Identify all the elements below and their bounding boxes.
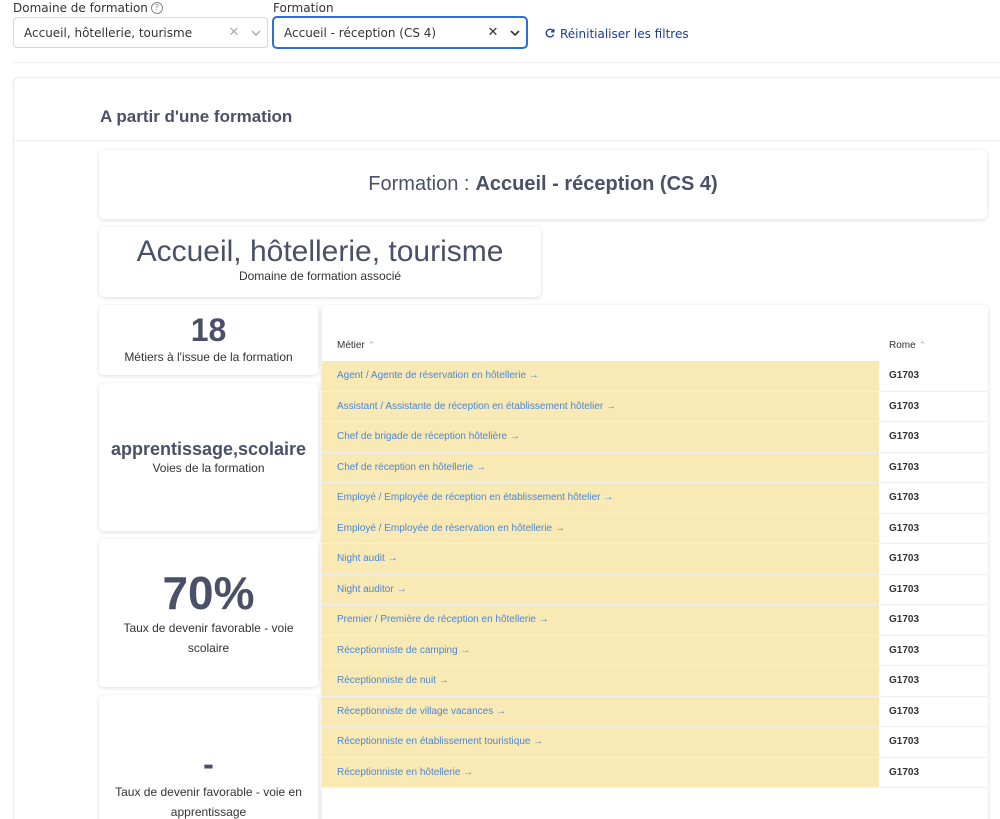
sort-icon[interactable]: ⌃ xyxy=(368,340,376,350)
rome-code: G1703 xyxy=(889,522,920,534)
metier-link[interactable]: Chef de réception en hôtellerie → xyxy=(322,452,879,482)
rome-code: G1703 xyxy=(889,705,920,717)
domaine-filter-label-row: Domaine de formation ? xyxy=(13,0,163,16)
stat-value: apprentissage,scolaire xyxy=(110,439,307,459)
rome-code: G1703 xyxy=(889,583,920,595)
domaine-filter-label: Domaine de formation xyxy=(13,1,148,15)
table-row: Employé / Employée de réservation en hôt… xyxy=(322,513,988,544)
stat-label: Métiers à l'issue de la formation xyxy=(124,350,293,364)
metier-link[interactable]: Night auditor → xyxy=(322,574,879,604)
metier-link[interactable]: Employé / Employée de réception en établ… xyxy=(322,483,879,513)
column-header-label: Rome xyxy=(889,340,916,351)
help-icon[interactable]: ? xyxy=(150,2,163,14)
formation-select-value: Accueil - réception (CS 4) xyxy=(284,25,437,40)
metier-link[interactable]: Réceptionniste en établissement touristi… xyxy=(322,727,879,757)
metier-link[interactable]: Assistant / Assistante de réception en é… xyxy=(322,391,879,421)
domaine-select[interactable]: Accueil, hôtellerie, tourisme ✕ xyxy=(13,17,268,48)
metier-link[interactable]: Employé / Employée de réservation en hôt… xyxy=(322,513,879,543)
stat-value: 18 xyxy=(190,312,227,348)
metier-link[interactable]: Réceptionniste de camping → xyxy=(322,635,879,665)
table-body: Agent / Agente de réservation en hôtelle… xyxy=(322,361,988,788)
clear-icon[interactable]: ✕ xyxy=(482,25,504,40)
formation-select[interactable]: Accueil - réception (CS 4) ✕ xyxy=(273,17,527,48)
sort-icon[interactable]: ⌃ xyxy=(919,340,927,350)
table-row: Réceptionniste de camping → G1703 xyxy=(322,635,988,666)
stat-value: 70% xyxy=(162,567,255,619)
stat-label: Taux de devenir favorable - voie scolair… xyxy=(123,621,294,655)
formation-filter: Formation xyxy=(273,0,334,16)
domaine-select-value: Accueil, hôtellerie, tourisme xyxy=(24,25,193,40)
metier-link[interactable]: Night audit → xyxy=(322,544,879,574)
refresh-icon xyxy=(545,27,555,41)
metier-link[interactable]: Chef de brigade de réception hôtelière → xyxy=(322,422,879,452)
column-header-metier[interactable]: Métier ⌃ xyxy=(337,340,375,351)
column-header-rome[interactable]: Rome ⌃ xyxy=(889,340,926,351)
domaine-label: Domaine de formation associé xyxy=(238,269,402,283)
rome-code: G1703 xyxy=(889,492,920,504)
chevron-down-icon[interactable] xyxy=(504,25,526,40)
formation-prefix: Formation : xyxy=(368,173,470,195)
stat-label: Taux de devenir favorable - voie en appr… xyxy=(115,785,302,819)
table-row: Night auditor → G1703 xyxy=(322,574,988,605)
table-row: Assistant / Assistante de réception en é… xyxy=(322,391,988,422)
stat-value: - xyxy=(203,746,214,782)
metier-link[interactable]: Premier / Première de réception en hôtel… xyxy=(322,605,879,635)
divider xyxy=(13,62,1000,63)
chevron-down-icon[interactable] xyxy=(245,25,267,40)
column-header-label: Métier xyxy=(337,340,365,351)
domaine-filter: Domaine de formation ? xyxy=(13,0,163,16)
domaine-title: Accueil, hôtellerie, tourisme xyxy=(136,235,504,268)
table-row: Night audit → G1703 xyxy=(322,544,988,575)
rome-code: G1703 xyxy=(889,431,920,443)
stat-card-taux-apprentissage: - Taux de devenir favorable - voie en ap… xyxy=(99,695,318,819)
rome-code: G1703 xyxy=(889,614,920,626)
table-row: Chef de brigade de réception hôtelière →… xyxy=(322,422,988,453)
metier-link[interactable]: Réceptionniste de village vacances → xyxy=(322,696,879,726)
rome-code: G1703 xyxy=(889,644,920,656)
section-title: A partir d'une formation xyxy=(100,107,293,126)
table-row: Agent / Agente de réservation en hôtelle… xyxy=(322,361,988,392)
stat-card-voies: apprentissage,scolaire Voies de la forma… xyxy=(99,383,318,531)
stat-card-taux-scolaire: 70% Taux de devenir favorable - voie sco… xyxy=(99,539,318,687)
table-row: Employé / Employée de réception en établ… xyxy=(322,483,988,514)
table-row: Premier / Première de réception en hôtel… xyxy=(322,605,988,636)
rome-code: G1703 xyxy=(889,400,920,412)
table-row: Réceptionniste en établissement touristi… xyxy=(322,727,988,758)
metier-link[interactable]: Agent / Agente de réservation en hôtelle… xyxy=(322,361,879,391)
table-row: Réceptionniste en hôtellerie → G1703 xyxy=(322,757,988,788)
rome-code: G1703 xyxy=(889,736,920,748)
rome-code: G1703 xyxy=(889,675,920,687)
formation-name: Accueil - réception (CS 4) xyxy=(475,173,718,195)
table-row: Réceptionniste de nuit → G1703 xyxy=(322,666,988,697)
formation-card: Formation : Accueil - réception (CS 4) xyxy=(99,150,987,219)
divider xyxy=(14,140,1000,141)
rome-code: G1703 xyxy=(889,766,920,778)
domaine-card: Accueil, hôtellerie, tourisme Domaine de… xyxy=(99,227,541,297)
clear-icon[interactable]: ✕ xyxy=(223,25,245,40)
metier-link[interactable]: Réceptionniste en hôtellerie → xyxy=(322,757,879,787)
reset-filters-label: Réinitialiser les filtres xyxy=(560,27,689,41)
stat-card-metiers: 18 Métiers à l'issue de la formation xyxy=(99,305,318,375)
table-row: Chef de réception en hôtellerie → G1703 xyxy=(322,452,988,483)
rome-code: G1703 xyxy=(889,461,920,473)
rome-code: G1703 xyxy=(889,370,920,382)
metier-link[interactable]: Réceptionniste de nuit → xyxy=(322,666,879,696)
table-row: Réceptionniste de village vacances → G170… xyxy=(322,696,988,727)
stat-label: Voies de la formation xyxy=(152,461,265,475)
formation-filter-label: Formation xyxy=(273,1,334,15)
rome-code: G1703 xyxy=(889,553,920,565)
reset-filters-button[interactable]: Réinitialiser les filtres xyxy=(545,27,689,41)
